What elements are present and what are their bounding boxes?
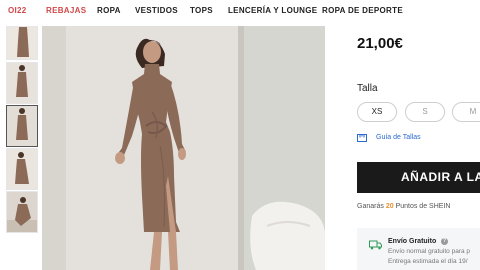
thumbnail-1-image [7, 27, 37, 59]
dress-photo [42, 26, 325, 270]
main-product-image[interactable] [42, 26, 325, 270]
thumbnail-3-image [7, 106, 37, 146]
size-label: Talla [357, 83, 378, 94]
shipping-line-2: Entrega estimada el día 19/ [388, 258, 468, 265]
thumbnail-3-active[interactable] [6, 105, 38, 147]
ruler-icon [357, 134, 367, 142]
add-to-cart-button[interactable]: AÑADIR A LA [357, 162, 480, 193]
question-icon[interactable]: ? [441, 238, 448, 245]
thumbnail-2-image [7, 63, 37, 103]
shipping-title: Envío Gratuito [388, 238, 437, 245]
nav-item-ropa-deporte[interactable]: ROPA DE DEPORTE [322, 6, 403, 15]
size-option-s[interactable]: S [405, 102, 445, 122]
nav-item-tops[interactable]: TOPS [190, 6, 213, 15]
top-navigation: OI22 REBAJAS ROPA VESTIDOS TOPS LENCERÍA… [0, 0, 480, 22]
thumbnail-4[interactable] [6, 148, 38, 190]
size-option-m[interactable]: M [452, 102, 480, 122]
nav-item-lenceria[interactable]: LENCERÍA Y LOUNGE [228, 6, 317, 15]
thumbnail-5-image [7, 192, 37, 232]
product-price: 21,00€ [357, 35, 403, 52]
nav-item-oi22[interactable]: OI22 [8, 6, 27, 15]
points-value: 20 [385, 203, 394, 210]
points-prefix: Ganarás [357, 203, 384, 210]
shipping-info-box: Envío Gratuito ? Envío normal gratuito p… [357, 228, 480, 270]
thumbnail-5[interactable] [6, 191, 38, 233]
size-guide-label: Guía de Tallas [376, 134, 421, 141]
shipping-line-1: Envío normal gratuito para p [388, 248, 471, 255]
nav-item-rebajas[interactable]: REBAJAS [46, 6, 86, 15]
nav-item-ropa[interactable]: ROPA [97, 6, 121, 15]
thumbnail-4-image [7, 149, 37, 189]
points-suffix: Puntos de SHEIN [395, 203, 451, 210]
thumbnail-2[interactable] [6, 62, 38, 104]
truck-icon [369, 240, 382, 250]
thumbnail-1[interactable] [6, 26, 38, 60]
reward-points-text: Ganarás 20 Puntos de SHEIN [357, 203, 450, 210]
size-option-xs[interactable]: XS [357, 102, 397, 122]
nav-item-vestidos[interactable]: VESTIDOS [135, 6, 178, 15]
